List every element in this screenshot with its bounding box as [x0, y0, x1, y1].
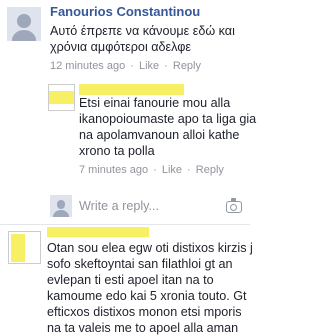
reply-link[interactable]: Reply: [196, 164, 224, 176]
comment-meta: 7 minutes ago · Like · Reply: [79, 164, 224, 176]
redaction-mark: [11, 234, 25, 262]
comment-text-line: na apolamvanoun alloi kathe: [79, 128, 240, 142]
reply-input[interactable]: Write a reply...: [79, 199, 159, 213]
author-redaction: [47, 227, 149, 237]
comment-text-line: Etsi einai fanourie mou alla: [79, 96, 231, 110]
like-link[interactable]: Like: [139, 60, 159, 72]
comment-1: Fanourios Constantinou Αυτό έπρεπε να κά…: [0, 0, 250, 90]
comment-text-line: sofo skeftoyntai san filathloi gt an: [47, 257, 233, 271]
comment-text-line: na ta valeis me to apoel alla aman: [47, 321, 239, 335]
comment-meta: 12 minutes ago · Like · Reply: [50, 60, 201, 72]
comment-text-line: evlepan ti esti apoel itan na to: [47, 273, 214, 287]
author-redaction: [79, 84, 184, 95]
comment-text-line: Otan sou elea egw oti distixos kirzis j: [47, 241, 253, 255]
comment-text-line: efticxos distixos monon etsi mporis: [47, 305, 242, 319]
camera-icon[interactable]: [226, 198, 242, 213]
timestamp: 12 minutes ago: [50, 60, 126, 72]
timestamp: 7 minutes ago: [79, 164, 149, 176]
comment-3: Otan sou elea egw oti distixos kirzis j …: [0, 225, 253, 335]
reply-link[interactable]: Reply: [173, 60, 201, 72]
avatar[interactable]: [48, 84, 75, 111]
redaction-mark: [49, 91, 74, 104]
comment-text-line: χρόνια αμφότεροι αδελφε: [50, 40, 191, 54]
avatar[interactable]: [8, 231, 41, 264]
comment-text-line: kamoume edo kai 5 xronia touto. Gt: [47, 289, 247, 303]
comment-text-line: Αυτό έπρεπε να κάνουμε εδώ και: [50, 24, 235, 38]
comment-text-line: xrono ta polla: [79, 144, 155, 158]
reply-1: Etsi einai fanourie mou alla ikanopoioum…: [0, 78, 256, 188]
avatar: [50, 195, 72, 217]
avatar[interactable]: [7, 7, 41, 41]
comment-author[interactable]: Fanourios Constantinou: [50, 4, 200, 19]
like-link[interactable]: Like: [162, 164, 182, 176]
comment-text-line: ikanopoioumaste apo ta liga gia: [79, 112, 257, 126]
reply-box: Write a reply...: [0, 192, 250, 220]
